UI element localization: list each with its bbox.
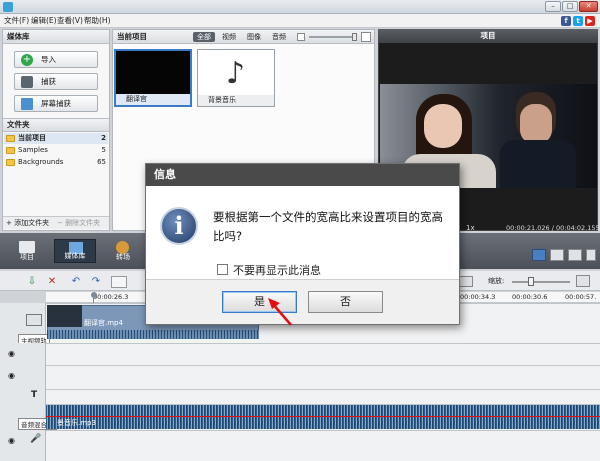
media-item-label: 背景音乐 <box>198 95 274 106</box>
import-label: 导入 <box>41 55 56 64</box>
clapper-icon <box>26 314 42 326</box>
preview-header: 项目 <box>378 29 598 43</box>
dialog-body: i 要根据第一个文件的宽高比来设置项目的宽高比吗? 不要再显示此消息 <box>146 186 459 280</box>
media-library-header: 媒体库 <box>3 30 109 44</box>
add-folder-button[interactable]: + 添加文件夹 <box>6 218 49 228</box>
slider-handle[interactable] <box>352 33 357 41</box>
folders-header: 文件夹 <box>3 118 109 132</box>
media-item-audio[interactable]: ♪ 背景音乐 <box>197 49 275 107</box>
transitions-tab[interactable]: 转场 <box>102 239 144 263</box>
tools-button[interactable] <box>111 276 127 288</box>
filter-video[interactable]: 视频 <box>218 32 240 42</box>
dialog-message: 要根据第一个文件的宽高比来设置项目的宽高比吗? <box>213 210 443 243</box>
zoom-label: 缩放: <box>488 277 505 285</box>
zoom-handle[interactable] <box>528 277 534 286</box>
clip-thumbnail <box>47 305 82 327</box>
dont-show-checkbox[interactable] <box>217 264 228 275</box>
app-icon <box>3 2 13 12</box>
dont-show-label[interactable]: 不要再显示此消息 <box>233 262 321 278</box>
screen-capture-label: 屏幕捕获 <box>41 99 71 108</box>
time-display: 00:00:21.026 / 00:04:02.155 <box>506 224 600 232</box>
track-header <box>0 365 46 389</box>
delete-icon[interactable]: ✕ <box>46 276 58 288</box>
folder-icon <box>6 159 15 166</box>
text-icon: T <box>31 390 38 400</box>
video-clip-label: 翻译官.mp4 <box>84 319 123 327</box>
capture-button[interactable]: 捕获 <box>14 73 98 90</box>
title-bar <box>0 0 600 14</box>
ruler-tick: 00:00:34.3 <box>460 293 496 301</box>
small-thumbs-icon[interactable] <box>297 33 305 41</box>
ruler-tick: 00:00:30.6 <box>512 293 548 301</box>
eye-icon[interactable]: ◉ <box>8 436 15 445</box>
info-dialog: 信息 i 要根据第一个文件的宽高比来设置项目的宽高比吗? 不要再显示此消息 是 … <box>145 163 460 325</box>
filter-audio[interactable]: 音频 <box>268 32 290 42</box>
redo-icon[interactable]: ↷ <box>90 276 102 288</box>
microphone-icon: 🎤 <box>30 434 42 444</box>
info-icon: i <box>160 207 198 245</box>
playback-speed[interactable]: 1x <box>466 224 475 232</box>
folder-item[interactable]: 当前项目 2 <box>4 133 108 144</box>
folder-icon <box>6 147 15 154</box>
filter-image[interactable]: 图像 <box>243 32 265 42</box>
fit-icon[interactable] <box>576 275 590 287</box>
snapshot-icon[interactable] <box>550 249 564 261</box>
empty-track <box>0 343 600 365</box>
twitter-icon[interactable]: t <box>573 16 583 26</box>
text-track <box>0 389 600 404</box>
audio-clip-label: 景音乐.mp3 <box>57 419 96 427</box>
minimize-button[interactable]: – <box>545 1 561 12</box>
track-header <box>0 343 46 365</box>
facebook-icon[interactable]: f <box>561 16 571 26</box>
menu-help[interactable]: 帮助(H) <box>84 15 111 27</box>
menu-edit[interactable]: 编辑(E) <box>31 15 57 27</box>
screen-icon <box>21 98 33 110</box>
aspect-icon[interactable] <box>459 276 473 287</box>
maximize-button[interactable]: □ <box>562 1 578 12</box>
folder-item[interactable]: Backgrounds 65 <box>4 157 108 168</box>
eye-icon[interactable]: ◉ <box>8 371 15 380</box>
media-item-video[interactable]: 翻译官 <box>114 49 192 107</box>
clip-waveform <box>47 330 259 339</box>
menu-file[interactable]: 文件(F) <box>4 15 29 27</box>
project-tab[interactable]: 项目 <box>6 239 48 263</box>
track-header <box>0 389 46 404</box>
no-button[interactable]: 否 <box>308 291 383 313</box>
audio-clip[interactable] <box>46 405 600 429</box>
thumb-size-slider[interactable] <box>309 36 357 38</box>
camera-icon <box>21 76 33 88</box>
split-icon[interactable]: ⇩ <box>26 276 38 288</box>
eye-icon[interactable]: ◉ <box>8 349 15 358</box>
capture-label: 捕获 <box>41 77 56 86</box>
playhead-handle[interactable] <box>91 292 97 298</box>
plus-icon: + <box>21 54 33 66</box>
undo-icon[interactable]: ↶ <box>70 276 82 288</box>
folder-icon <box>6 135 15 142</box>
volume-icon[interactable] <box>568 249 582 261</box>
fullscreen-icon[interactable] <box>586 249 596 261</box>
ruler-tick: 00:00:57. <box>565 293 597 301</box>
filter-all[interactable]: 全部 <box>193 32 215 42</box>
media-library-tab[interactable]: 媒体库 <box>54 239 96 263</box>
media-item-label: 翻译官 <box>116 94 190 105</box>
large-thumbs-icon[interactable] <box>361 32 371 42</box>
screen-capture-button[interactable]: 屏幕捕获 <box>14 95 98 112</box>
import-button[interactable]: + 导入 <box>14 51 98 68</box>
folder-item[interactable]: Samples 5 <box>4 145 108 156</box>
pointer-arrow-icon <box>268 298 292 326</box>
empty-track <box>0 365 600 389</box>
screen-icon[interactable] <box>532 249 546 261</box>
zoom-slider[interactable] <box>512 281 570 283</box>
close-button[interactable]: ✕ <box>579 1 598 12</box>
volume-line[interactable] <box>46 416 600 417</box>
youtube-icon[interactable]: ▶ <box>585 16 595 26</box>
ruler-tick: 00:00:26.3 <box>93 293 129 301</box>
dialog-title: 信息 <box>146 164 459 186</box>
delete-folder-button[interactable]: − 删除文件夹 <box>57 218 100 228</box>
menu-view[interactable]: 查看(V) <box>57 15 83 27</box>
music-note-icon: ♪ <box>226 56 246 91</box>
empty-track <box>0 430 600 461</box>
